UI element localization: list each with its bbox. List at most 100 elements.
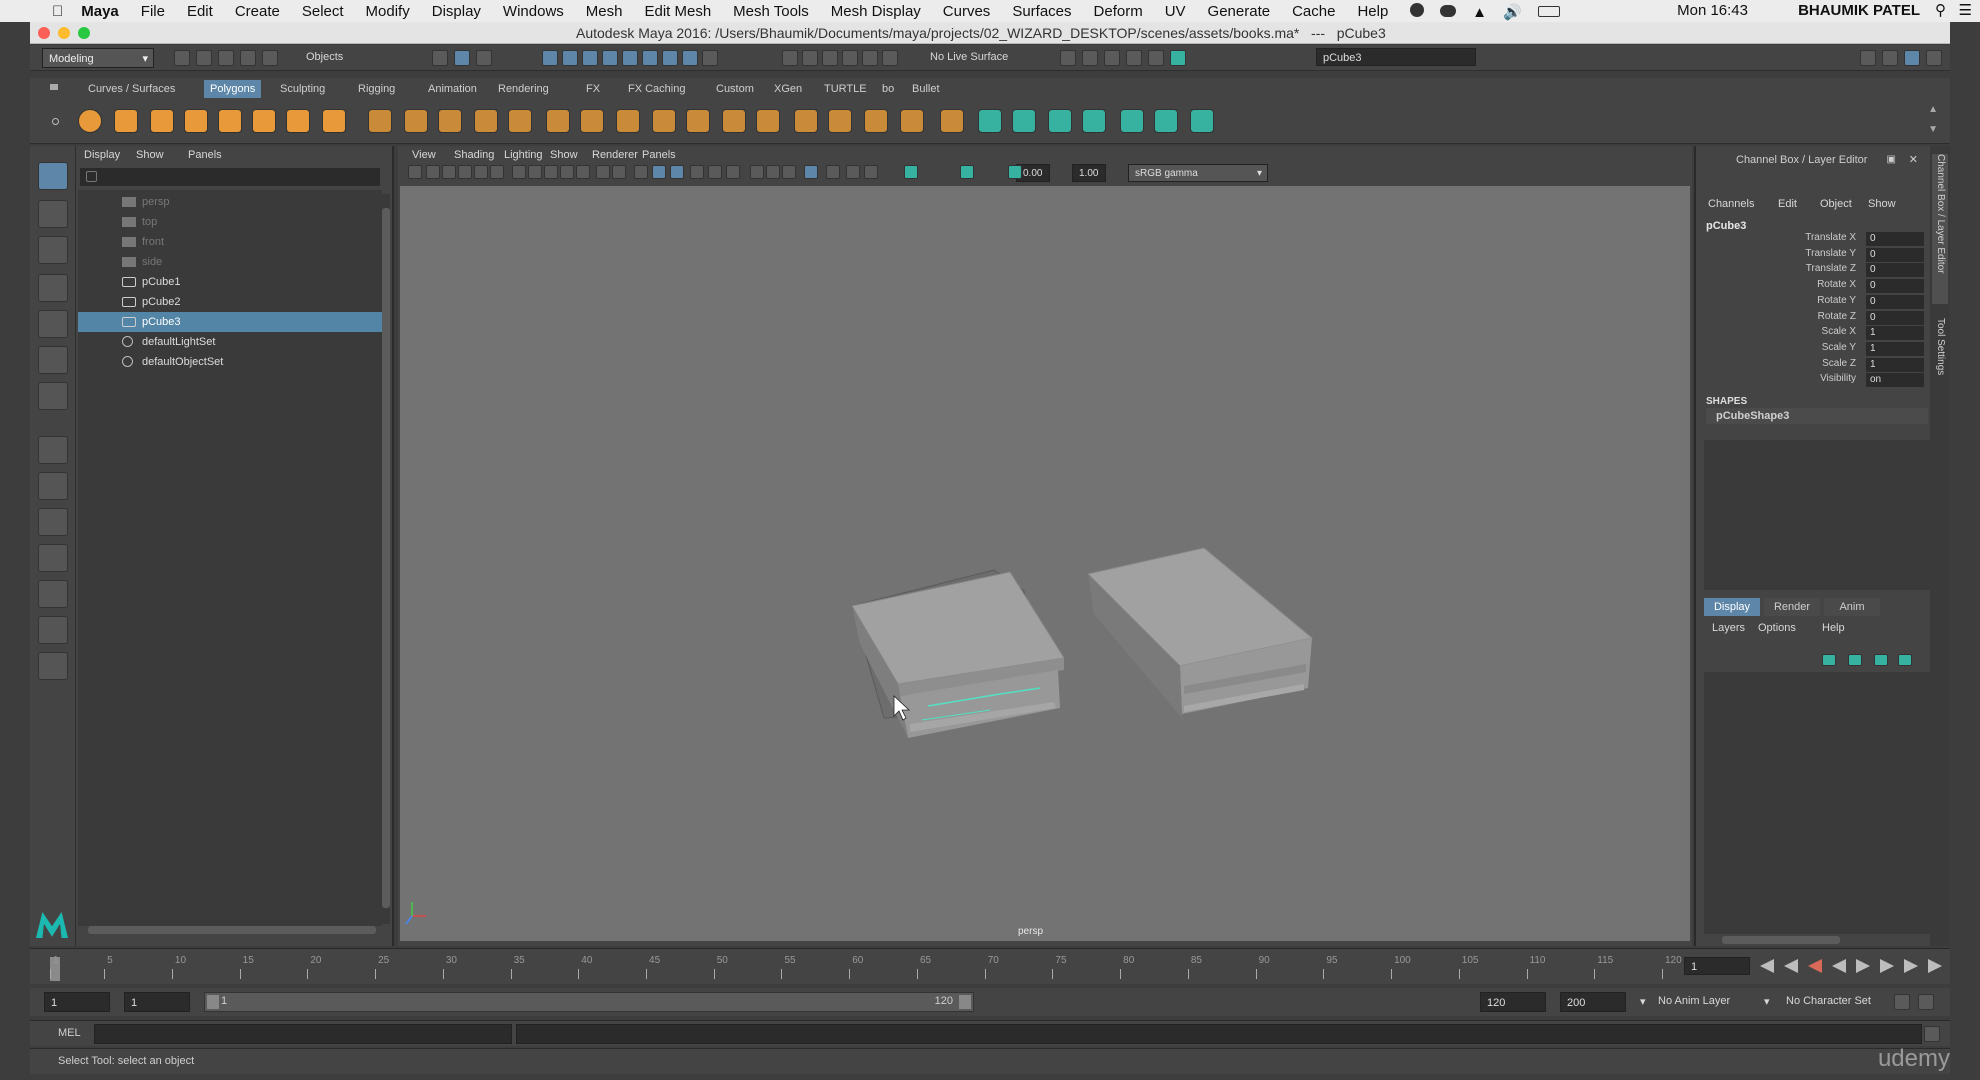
cloud-icon[interactable] (1439, 5, 1456, 17)
menu-file[interactable]: File (141, 3, 165, 20)
depth-of-field-icon[interactable] (782, 165, 796, 179)
shelf-tab-bullet[interactable]: Bullet (906, 80, 946, 98)
new-layer-from-selected-icon[interactable] (1898, 654, 1912, 666)
channel-box-toggle-icon[interactable] (1904, 50, 1920, 66)
snap-curve-icon[interactable] (802, 50, 818, 66)
attr-scale-x[interactable]: Scale X 1 (1696, 326, 1932, 342)
channel-menu-channels[interactable]: Channels (1708, 198, 1754, 210)
close-panel-icon[interactable]: ✕ (1909, 153, 1918, 166)
shelf-tab-xgen[interactable]: XGen (768, 80, 808, 98)
range-slider[interactable]: 1 120 (204, 992, 974, 1012)
select-by-vertex-face-icon[interactable] (642, 50, 658, 66)
snap-point-icon[interactable] (822, 50, 838, 66)
selection-mode-dropdown[interactable]: Objects (306, 51, 343, 63)
attr-scale-z[interactable]: Scale Z 1 (1696, 357, 1932, 374)
undo-icon[interactable] (240, 50, 256, 66)
menu-display[interactable]: Display (432, 3, 481, 20)
outliner-menu-display[interactable]: Display (84, 149, 120, 161)
play-forwards-icon[interactable] (1856, 959, 1870, 973)
shelf-scroll-up-icon[interactable]: ▲ (1928, 104, 1938, 115)
four-view-layout-icon[interactable] (38, 472, 68, 500)
layer-menu-help[interactable]: Help (1822, 622, 1845, 634)
shelf-tab-fx-caching[interactable]: FX Caching (622, 80, 691, 98)
layer-hscrollbar[interactable] (1722, 936, 1840, 944)
isolate-select-icon[interactable] (804, 165, 818, 179)
gate-mask-icon[interactable] (560, 165, 574, 179)
custom-layout-icon[interactable] (38, 652, 68, 680)
viewport-menu-show[interactable]: Show (550, 149, 578, 161)
attr-rotate-y[interactable]: Rotate Y 0 (1696, 294, 1932, 311)
notification-icon[interactable]: ☰ (1959, 1, 1972, 19)
viewport-menu-view[interactable]: View (412, 149, 436, 161)
outliner-search-field[interactable] (80, 168, 380, 186)
poly-sphere-icon[interactable] (78, 109, 102, 133)
volume-icon[interactable]: 🔊 (1503, 3, 1522, 21)
smooth-icon[interactable] (474, 109, 498, 133)
camera-attributes-icon[interactable] (426, 165, 440, 179)
component-mode-icon[interactable] (476, 50, 492, 66)
bridge-icon[interactable] (616, 109, 640, 133)
construction-history-icon[interactable] (1060, 50, 1076, 66)
spherical-uv-icon[interactable] (1082, 109, 1106, 133)
motion-blur-icon[interactable] (750, 165, 764, 179)
layer-list[interactable] (1704, 672, 1930, 934)
hierarchy-mode-icon[interactable] (432, 50, 448, 66)
outliner-menu-panels[interactable]: Panels (188, 149, 222, 161)
gamma-toggle-icon[interactable] (960, 165, 974, 179)
attr-rotate-z[interactable]: Rotate Z 0 (1696, 310, 1932, 327)
mel-label[interactable]: MEL (58, 1027, 81, 1039)
select-by-face-icon[interactable] (602, 50, 618, 66)
step-back-key-icon[interactable] (1784, 959, 1798, 973)
shape-name[interactable]: pCubeShape3 (1706, 408, 1928, 424)
script-editor-icon[interactable] (1924, 1026, 1940, 1042)
tool-settings-toggle-icon[interactable] (1926, 50, 1942, 66)
spotlight-icon[interactable]: ⚲ (1935, 1, 1946, 19)
quad-draw-icon[interactable] (940, 109, 964, 133)
shelf-tab-turtle[interactable]: TURTLE (818, 80, 873, 98)
minimize-window-icon[interactable] (58, 27, 70, 39)
select-by-vertex-icon[interactable] (562, 50, 578, 66)
shelf-gear-icon[interactable] (52, 118, 59, 125)
attr-value[interactable]: on (1866, 373, 1924, 388)
uv-layout-icon[interactable] (38, 616, 68, 644)
attr-visibility[interactable]: Visibility on (1696, 373, 1932, 389)
wireframe-icon[interactable] (634, 165, 648, 179)
select-by-handle-icon[interactable] (542, 50, 558, 66)
last-tool-icon[interactable] (38, 382, 68, 410)
go-to-start-icon[interactable] (1760, 959, 1774, 973)
target-weld-icon[interactable] (864, 109, 888, 133)
select-by-uv-icon[interactable] (622, 50, 638, 66)
attr-value[interactable]: 1 (1866, 326, 1924, 341)
shadows-icon[interactable] (708, 165, 722, 179)
redo-icon[interactable] (262, 50, 278, 66)
ipr-render-icon[interactable] (1104, 50, 1120, 66)
attr-value[interactable]: 0 (1866, 232, 1924, 246)
object-mode-icon[interactable] (454, 50, 470, 66)
combine-icon[interactable] (368, 109, 392, 133)
select-by-multi-icon[interactable] (662, 50, 678, 66)
separate-icon[interactable] (404, 109, 428, 133)
layer-tab-anim[interactable]: Anim (1824, 598, 1880, 616)
layer-menu-layers[interactable]: Layers (1712, 622, 1745, 634)
lasso-tool-icon[interactable] (38, 200, 68, 228)
shelf-tab-bo[interactable]: bo (876, 80, 900, 98)
menu-mesh-tools[interactable]: Mesh Tools (733, 3, 809, 20)
side-tab-tool-settings[interactable]: Tool Settings (1932, 318, 1948, 398)
safe-action-icon[interactable] (596, 165, 610, 179)
render-view-toggle-icon[interactable] (1170, 50, 1186, 66)
menu-mesh[interactable]: Mesh (586, 3, 623, 20)
boolean-icon[interactable] (508, 109, 532, 133)
anim-layer-label[interactable]: No Anim Layer (1658, 995, 1730, 1007)
hypershade-icon[interactable] (1148, 50, 1164, 66)
menu-select[interactable]: Select (302, 3, 344, 20)
battery-icon[interactable] (1538, 6, 1560, 17)
step-forward-key-icon[interactable] (1904, 959, 1918, 973)
field-chart-icon[interactable] (576, 165, 590, 179)
move-tool-icon[interactable] (38, 274, 68, 302)
append-polygon-icon[interactable] (686, 109, 710, 133)
menu-mesh-display[interactable]: Mesh Display (831, 3, 921, 20)
current-frame-field[interactable]: 1 (1684, 957, 1750, 975)
xray-active-components-icon[interactable] (864, 165, 878, 179)
shelf-menu-icon[interactable] (50, 84, 58, 90)
outliner-item-pcube2[interactable]: pCube2 (78, 292, 382, 312)
